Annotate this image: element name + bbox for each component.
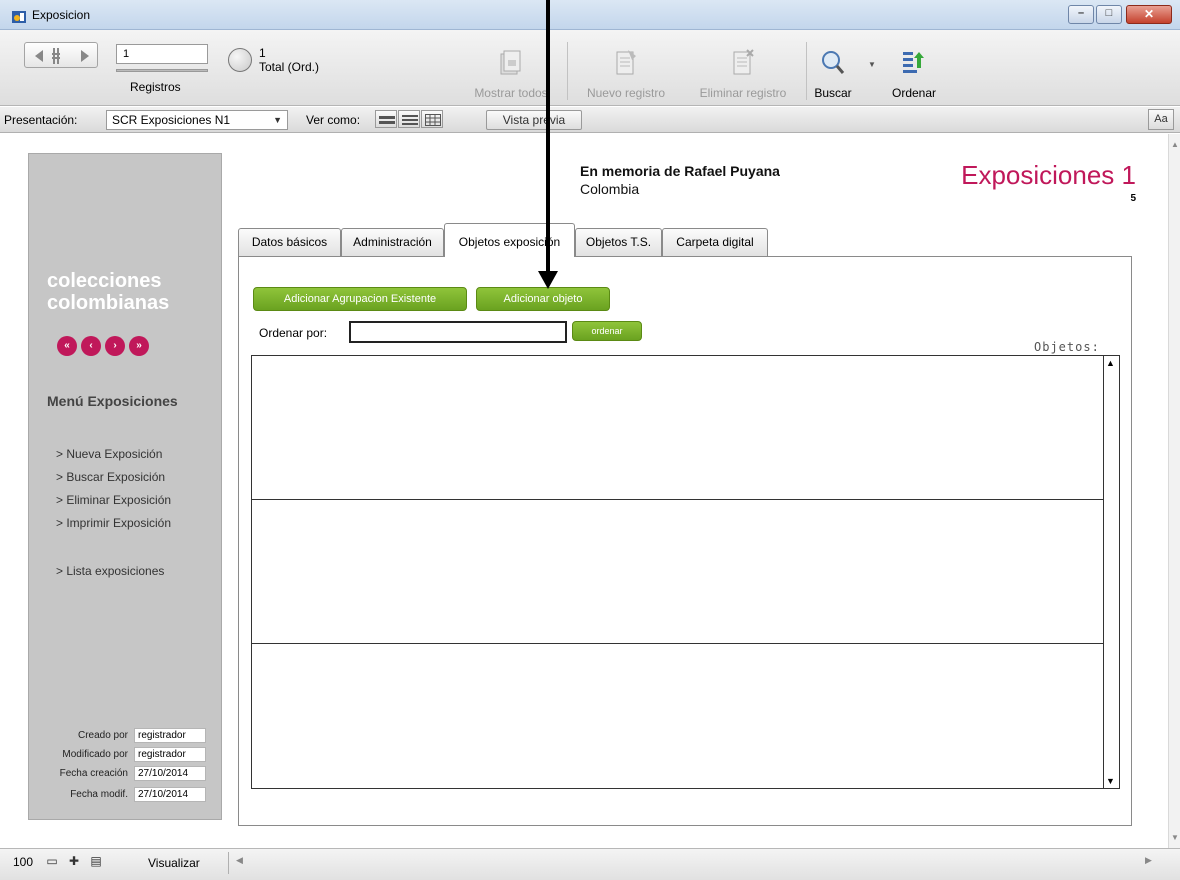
toolbar-divider [567, 42, 568, 100]
delete-record-button[interactable]: Eliminar registro [684, 48, 802, 102]
dedication-text: En memoria de Rafael Puyana [580, 163, 780, 179]
tab-administracion[interactable]: Administración [341, 228, 444, 256]
show-all-button[interactable]: Mostrar todos [466, 48, 556, 102]
vertical-scrollbar[interactable]: ▲ ▼ [1168, 134, 1180, 848]
country-text: Colombia [580, 181, 640, 197]
scroll-left-icon[interactable]: ◀ [236, 855, 243, 866]
new-record-button[interactable]: Nuevo registro [574, 48, 678, 102]
last-record-button[interactable]: » [129, 336, 149, 356]
scroll-right-icon[interactable]: ▶ [1145, 855, 1152, 866]
sort-button[interactable]: Ordenar [884, 48, 944, 102]
chevron-down-icon[interactable]: ▼ [868, 60, 876, 69]
next-record-button[interactable]: › [105, 336, 125, 356]
zoom-out-icon[interactable]: ▭ [44, 853, 60, 869]
modified-by-field: registrador [134, 747, 206, 762]
sidebar [28, 153, 222, 820]
close-button[interactable]: ✕ [1126, 5, 1172, 24]
view-as-list-button[interactable] [398, 110, 420, 128]
menu-list-exposiciones[interactable]: > Lista exposiciones [56, 564, 164, 578]
previous-record-button[interactable]: ‹ [81, 336, 101, 356]
modified-date-label: Fecha modif. [70, 789, 128, 800]
text-format-button[interactable]: Aa [1148, 109, 1174, 130]
menu-title: Menú Exposiciones [47, 393, 178, 409]
total-label: Total (Ord.) [259, 60, 320, 74]
view-as-table-button[interactable] [421, 110, 443, 128]
preview-button[interactable]: Vista previa [486, 110, 582, 130]
found-count: 1 [259, 46, 266, 60]
zoom-level[interactable]: 100 [13, 855, 33, 869]
portal-row[interactable] [252, 356, 1104, 500]
toolbar-divider [806, 42, 807, 100]
title-bar [0, 0, 1180, 30]
menu-find-exposicion[interactable]: > Buscar Exposición [56, 470, 165, 484]
portal-row[interactable] [252, 500, 1104, 644]
toggle-toolbar-icon[interactable]: ▤ [88, 853, 104, 869]
menu-print-exposicion[interactable]: > Imprimir Exposición [56, 516, 171, 530]
maximize-button[interactable]: □ [1096, 5, 1122, 24]
created-date-label: Fecha creación [59, 768, 128, 779]
tab-objetos-ts[interactable]: Objetos T.S. [575, 228, 662, 256]
objects-label: Objetos: [1034, 340, 1100, 354]
sort-by-input[interactable] [349, 321, 567, 343]
first-record-button[interactable]: « [57, 336, 77, 356]
page-title: Exposiciones 1 [961, 160, 1136, 190]
menu-delete-exposicion[interactable]: > Eliminar Exposición [56, 493, 171, 507]
layout-label: Presentación: [4, 113, 78, 127]
sort-icon [902, 48, 926, 76]
minimize-button[interactable]: – [1068, 5, 1094, 24]
record-id: 5 [1130, 193, 1136, 204]
portal-row[interactable] [252, 644, 1104, 788]
tab-datos-basicos[interactable]: Datos básicos [238, 228, 341, 256]
add-object-button[interactable]: Adicionar objeto [476, 287, 610, 311]
tab-carpeta-digital[interactable]: Carpeta digital [662, 228, 768, 256]
modified-date-field: 27/10/2014 [134, 787, 206, 802]
annotation-arrow-line [546, 0, 550, 273]
record-slider[interactable] [116, 69, 208, 72]
record-number-field[interactable]: 1 [116, 44, 208, 64]
new-record-icon [614, 48, 638, 76]
search-icon [821, 48, 845, 76]
brand-logo: colecciones colombianas [47, 270, 170, 312]
find-button[interactable]: Buscar [812, 48, 854, 102]
divider [228, 852, 229, 874]
tab-objetos-exposicion[interactable]: Objetos exposición [444, 223, 575, 257]
records-label: Registros [130, 80, 181, 94]
show-all-icon [499, 48, 523, 76]
window-title: Exposicion [32, 8, 91, 22]
created-by-field: registrador [134, 728, 206, 743]
chevron-down-icon: ▼ [273, 115, 282, 125]
pie-icon [228, 48, 252, 72]
created-by-label: Creado por [77, 730, 128, 741]
menu-new-exposicion[interactable]: > Nueva Exposición [56, 447, 162, 461]
sort-by-label: Ordenar por: [259, 326, 328, 340]
zoom-in-icon[interactable]: ✚ [66, 853, 82, 869]
layout-select[interactable]: SCR Exposiciones N1 ▼ [106, 110, 288, 130]
app-icon [12, 9, 26, 23]
mode-label: Visualizar [148, 856, 200, 870]
view-as-label: Ver como: [306, 113, 361, 127]
portal-scrollbar[interactable]: ▲ ▼ [1103, 356, 1119, 788]
annotation-arrow-head [538, 271, 558, 289]
book-icon[interactable] [24, 42, 98, 68]
scroll-up-icon[interactable]: ▲ [1106, 358, 1115, 368]
objects-portal[interactable]: ▲ ▼ [251, 355, 1120, 789]
scroll-down-icon[interactable]: ▼ [1106, 776, 1115, 786]
sort-apply-button[interactable]: ordenar [572, 321, 642, 341]
modified-by-label: Modificado por [62, 749, 128, 760]
view-as-form-button[interactable] [375, 110, 397, 128]
add-group-button[interactable]: Adicionar Agrupacion Existente [253, 287, 467, 311]
delete-record-icon [731, 48, 755, 76]
created-date-field: 27/10/2014 [134, 766, 206, 781]
